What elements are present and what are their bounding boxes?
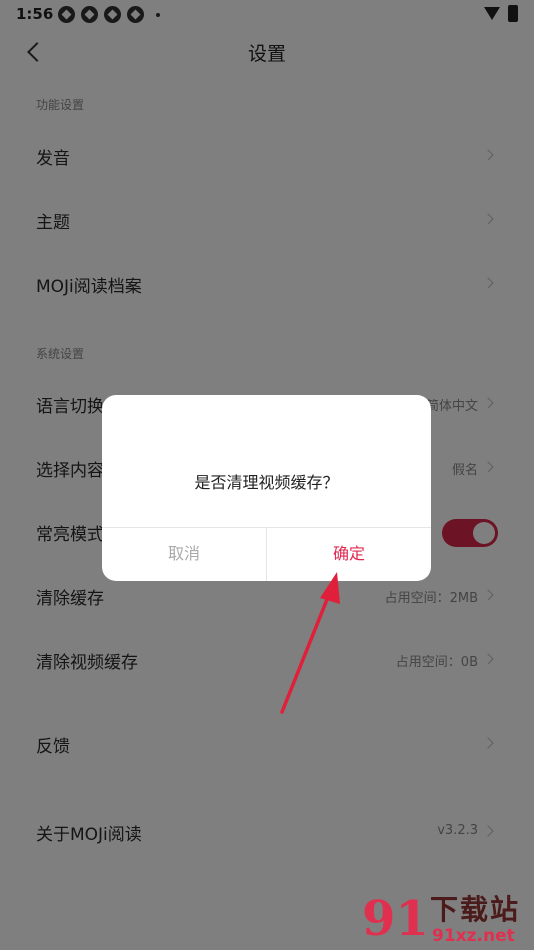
- watermark-url: 91xz.net: [432, 926, 515, 946]
- watermark-title: 下载站: [430, 893, 521, 926]
- clear-video-cache-dialog: 是否清理视频缓存？ 取消 确定: [102, 395, 431, 581]
- watermark: 91 下载站 91xz.net: [362, 888, 534, 950]
- cancel-button[interactable]: 取消: [102, 527, 266, 581]
- watermark-logo-text: 91: [362, 891, 429, 947]
- dialog-message: 是否清理视频缓存？: [194, 473, 339, 492]
- confirm-button[interactable]: 确定: [267, 527, 431, 581]
